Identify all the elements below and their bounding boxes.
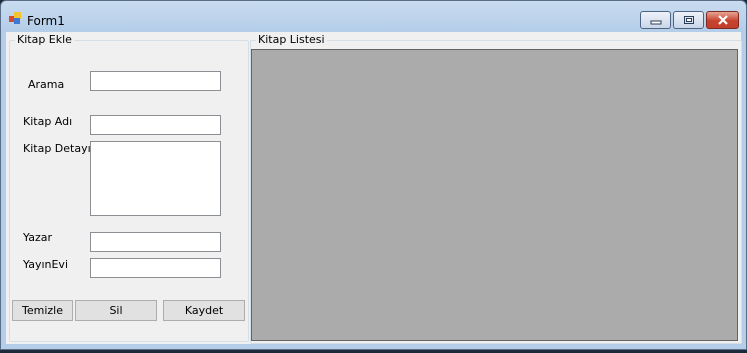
minimize-icon — [650, 20, 661, 25]
book-detail-label: Kitap Detayı — [23, 142, 91, 155]
window-title: Form1 — [27, 14, 65, 28]
author-label: Yazar — [23, 231, 52, 244]
clear-button[interactable]: Temizle — [12, 300, 73, 321]
maximize-icon — [683, 16, 694, 24]
window: Form1 Kitap Ekle Arama Kitap Adı Kitap D… — [0, 0, 747, 350]
close-button[interactable] — [706, 11, 739, 29]
title-bar[interactable]: Form1 — [1, 1, 746, 32]
book-detail-textarea[interactable] — [90, 141, 221, 216]
publisher-label: YayınEvi — [23, 258, 68, 271]
search-input[interactable] — [90, 71, 221, 91]
save-button[interactable]: Kaydet — [163, 300, 245, 321]
book-name-label: Kitap Adı — [23, 115, 73, 128]
maximize-button[interactable] — [673, 11, 704, 29]
close-icon — [717, 15, 728, 25]
search-label: Arama — [28, 78, 65, 91]
publisher-input[interactable] — [90, 258, 221, 278]
book-list-grid[interactable] — [251, 49, 738, 341]
app-form-icon — [9, 12, 21, 24]
minimize-button[interactable] — [640, 11, 671, 29]
form-client-area: Kitap Ekle Arama Kitap Adı Kitap Detayı … — [6, 32, 742, 344]
group-kitap-listesi-title: Kitap Listesi — [256, 33, 327, 47]
author-input[interactable] — [90, 232, 221, 252]
group-kitap-ekle-title: Kitap Ekle — [15, 33, 74, 47]
delete-button[interactable]: Sil — [75, 300, 157, 321]
book-name-input[interactable] — [90, 115, 221, 135]
